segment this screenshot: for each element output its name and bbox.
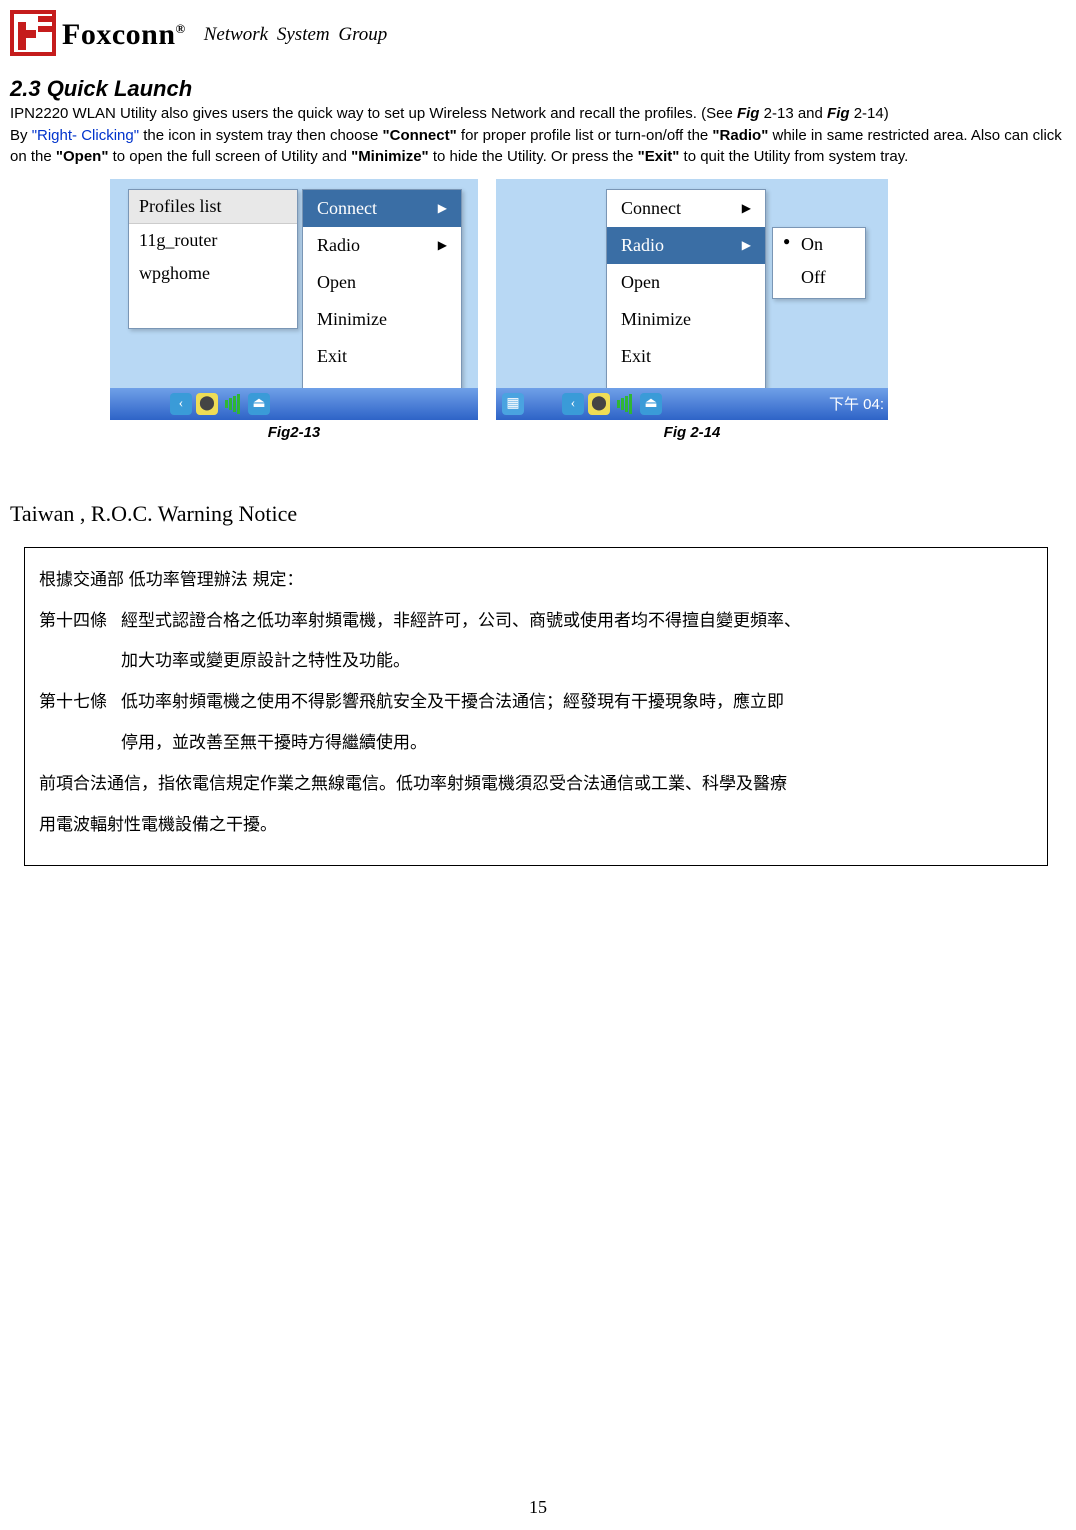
intro-paragraph-1: IPN2220 WLAN Utility also gives users th… — [10, 104, 1066, 124]
figure-caption: Fig2-13 — [268, 424, 321, 441]
chevron-right-icon: ▶ — [742, 201, 751, 216]
brand-subtitle: Network System Group — [204, 24, 388, 46]
profiles-list-header: Profiles list — [129, 190, 297, 224]
section-title: 2.3 Quick Launch — [10, 76, 1066, 102]
context-menu: Connect ▶ Radio ▶ Open Minimize Exit — [302, 189, 462, 391]
menu-connect[interactable]: Connect ▶ — [303, 190, 461, 227]
profile-item[interactable]: 11g_router — [129, 224, 297, 257]
foxconn-logo-icon — [10, 10, 56, 60]
figure-caption: Fig 2-14 — [664, 424, 721, 441]
profiles-list-panel: Profiles list 11g_router wpghome — [128, 189, 298, 329]
tray-shield-icon[interactable]: ⬤ — [588, 393, 610, 415]
tray-back-icon[interactable]: ‹ — [562, 393, 584, 415]
radio-on-option[interactable]: On — [773, 228, 865, 261]
chevron-right-icon: ▶ — [742, 238, 751, 253]
tray-signal-icon[interactable] — [614, 393, 636, 415]
brand-name: Foxconn® — [62, 18, 186, 52]
menu-minimize[interactable]: Minimize — [303, 301, 461, 338]
menu-minimize[interactable]: Minimize — [607, 301, 765, 338]
intro-paragraph-2: By "Right- Clicking" the icon in system … — [10, 126, 1066, 167]
menu-open[interactable]: Open — [303, 264, 461, 301]
tray-eject-icon[interactable]: ⏏ — [640, 393, 662, 415]
taskbar-clock: 下午 04: — [829, 393, 884, 414]
tray-shield-icon[interactable]: ⬤ — [196, 393, 218, 415]
notice-tail-2: 用電波輻射性電機設備之干擾。 — [39, 805, 1033, 846]
brand-header: Foxconn® Network System Group — [10, 10, 1066, 60]
menu-exit[interactable]: Exit — [607, 338, 765, 375]
tray-signal-icon[interactable] — [222, 393, 244, 415]
figure-2-13: Profiles list 11g_router wpghome Connect… — [110, 179, 478, 420]
tray-back-icon[interactable]: ‹ — [170, 393, 192, 415]
tray-app-icon[interactable]: ▦ — [502, 393, 524, 415]
taskbar: ▦ ‹ ⬤ ⏏ 下午 04: — [496, 388, 888, 420]
notice-intro: 根據交通部 低功率管理辦法 規定： — [39, 560, 1033, 601]
menu-connect[interactable]: Connect ▶ — [607, 190, 765, 227]
article-17: 第十七條 低功率射頻電機之使用不得影響飛航安全及干擾合法通信；經發現有干擾現象時… — [39, 682, 1033, 764]
radio-off-option[interactable]: Off — [773, 261, 865, 294]
menu-open[interactable]: Open — [607, 264, 765, 301]
article-14: 第十四條 經型式認證合格之低功率射頻電機，非經許可，公司、商號或使用者均不得擅自… — [39, 601, 1033, 683]
tray-eject-icon[interactable]: ⏏ — [248, 393, 270, 415]
chevron-right-icon: ▶ — [438, 201, 447, 216]
profile-item[interactable]: wpghome — [129, 257, 297, 290]
chevron-right-icon: ▶ — [438, 238, 447, 253]
page-number: 15 — [0, 1497, 1076, 1518]
notice-tail-1: 前項合法通信，指依電信規定作業之無線電信。低功率射頻電機須忍受合法通信或工業、科… — [39, 764, 1033, 805]
notice-heading: Taiwan , R.O.C. Warning Notice — [10, 501, 1066, 527]
taskbar: ‹ ⬤ ⏏ — [110, 388, 478, 420]
context-menu: Connect ▶ Radio ▶ Open Minimize Exit — [606, 189, 766, 391]
menu-radio[interactable]: Radio ▶ — [303, 227, 461, 264]
warning-notice-box: 根據交通部 低功率管理辦法 規定： 第十四條 經型式認證合格之低功率射頻電機，非… — [24, 547, 1048, 867]
figure-2-14: Connect ▶ Radio ▶ Open Minimize Exit On … — [496, 179, 888, 420]
menu-exit[interactable]: Exit — [303, 338, 461, 375]
menu-radio[interactable]: Radio ▶ — [607, 227, 765, 264]
radio-submenu: On Off — [772, 227, 866, 299]
